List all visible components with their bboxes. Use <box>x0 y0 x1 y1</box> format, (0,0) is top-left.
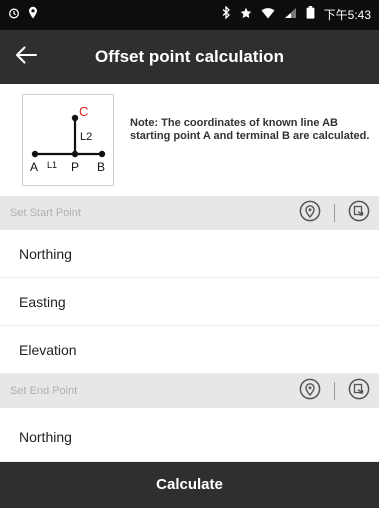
start-point-label: Set Start Point <box>10 207 81 219</box>
start-elevation-label: Elevation <box>19 342 77 358</box>
status-left <box>8 6 38 23</box>
diagram-label-l1: L1 <box>47 160 57 170</box>
location-pin-icon <box>28 6 38 23</box>
start-point-tools <box>298 200 371 227</box>
offset-diagram: C L2 A L1 P B <box>22 94 114 186</box>
wifi-icon <box>261 7 275 23</box>
status-time: 下午5:43 <box>323 7 371 22</box>
end-point-import-button[interactable] <box>347 378 371 405</box>
start-northing-label: Northing <box>19 246 72 262</box>
start-point-import-button[interactable] <box>347 200 371 227</box>
tool-divider <box>334 204 335 222</box>
start-easting-label: Easting <box>19 294 66 310</box>
bluetooth-icon <box>222 5 231 23</box>
status-bar: 下午5:43 <box>0 0 379 30</box>
alarm-icon <box>8 7 20 23</box>
signal-icon <box>284 7 297 23</box>
end-northing-label: Northing <box>19 429 72 445</box>
diagram-label-a: A <box>30 160 38 174</box>
status-right: 下午5:43 <box>222 5 371 23</box>
start-easting-field[interactable]: Easting <box>0 278 379 326</box>
import-point-icon <box>348 200 370 227</box>
end-point-location-button[interactable] <box>298 378 322 405</box>
import-point-icon <box>348 378 370 405</box>
location-pin-icon <box>299 378 321 405</box>
tool-divider <box>334 382 335 400</box>
start-point-header: Set Start Point <box>0 196 379 230</box>
calculate-button[interactable]: Calculate <box>0 462 379 508</box>
battery-icon <box>306 6 315 23</box>
diagram-label-b: B <box>97 160 105 174</box>
star-icon <box>240 7 252 23</box>
end-point-tools <box>298 378 371 405</box>
diagram-label-c: C <box>79 104 88 119</box>
diagram-label-p: P <box>71 160 79 174</box>
end-northing-field[interactable]: Northing <box>0 408 379 462</box>
start-elevation-field[interactable]: Elevation <box>0 326 379 374</box>
diagram-label-l2: L2 <box>80 131 92 143</box>
location-pin-icon <box>299 200 321 227</box>
end-point-label: Set End Point <box>10 385 78 397</box>
note-area: C L2 A L1 P B Note: The coordinates of k… <box>0 84 379 196</box>
start-northing-field[interactable]: Northing <box>0 230 379 278</box>
page-title: Offset point calculation <box>95 47 284 66</box>
note-text: Note: The coordinates of known line AB s… <box>130 117 370 142</box>
start-point-location-button[interactable] <box>298 200 322 227</box>
end-point-header: Set End Point <box>0 374 379 408</box>
title-bar: Offset point calculation <box>0 30 379 84</box>
